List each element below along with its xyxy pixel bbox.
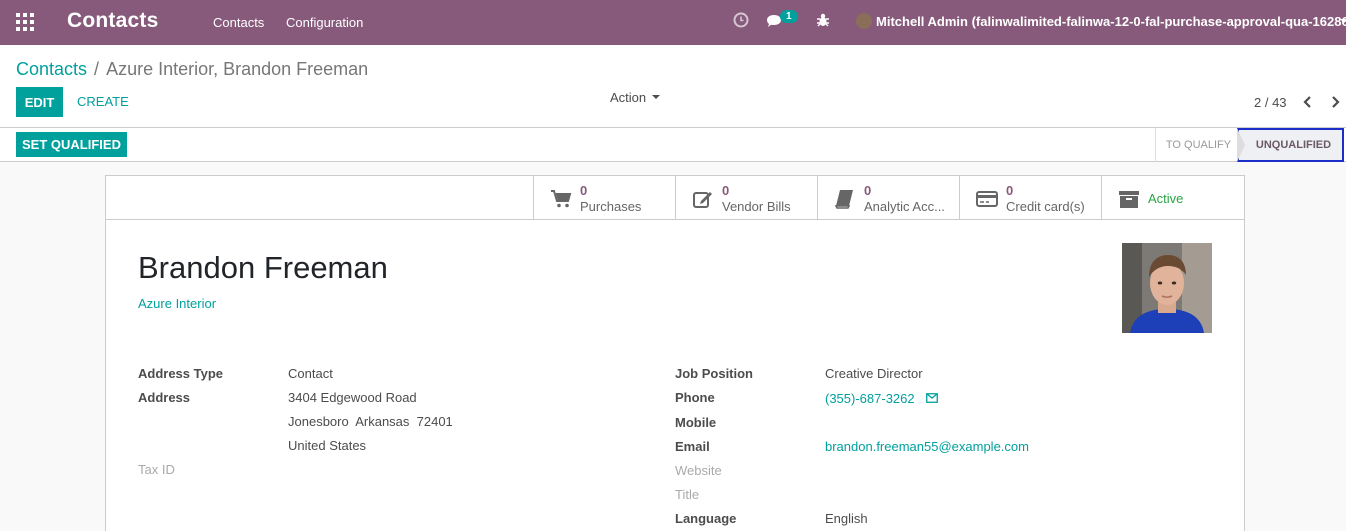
analytic-accounts-stat-button[interactable]: 0 Analytic Acc...: [817, 176, 959, 219]
language-label: Language: [675, 511, 737, 526]
address-street: 3404 Edgewood Road: [288, 390, 417, 405]
status-bar: SET QUALIFIED TO QUALIFY UNQUALIFIED: [0, 128, 1346, 162]
pager-value[interactable]: 2 / 43: [1254, 95, 1287, 110]
action-dropdown[interactable]: Action: [610, 90, 661, 105]
sms-envelope-icon[interactable]: [926, 391, 938, 406]
credit-cards-count: 0: [1006, 183, 1014, 198]
menu-configuration[interactable]: Configuration: [286, 15, 363, 30]
credit-cards-stat-button[interactable]: 0 Credit card(s): [959, 176, 1101, 219]
email-label: Email: [675, 439, 710, 454]
address-label: Address: [138, 390, 191, 405]
contact-name: Brandon Freeman: [138, 250, 388, 285]
set-qualified-button[interactable]: SET QUALIFIED: [16, 132, 127, 157]
vendor-bills-label: Vendor Bills: [722, 199, 791, 214]
book-icon: [834, 188, 856, 210]
action-caret-icon: [652, 95, 661, 99]
stage-arrow-divider: [1237, 128, 1245, 162]
active-label: Active: [1148, 191, 1184, 206]
phone-value[interactable]: (355)-687-3262: [825, 391, 915, 406]
app-title: Contacts: [67, 9, 159, 32]
title-label: Title: [675, 487, 700, 502]
credit-card-icon: [976, 188, 998, 210]
active-toggle-button[interactable]: Active: [1101, 176, 1243, 219]
user-avatar: [856, 13, 872, 29]
tax-id-label: Tax ID: [138, 462, 175, 477]
activity-clock-icon[interactable]: [733, 12, 749, 31]
user-menu[interactable]: Mitchell Admin (falinwalimited-falinwa-1…: [856, 13, 1346, 29]
analytic-accounts-label: Analytic Acc...: [864, 199, 945, 214]
stage-to-qualify[interactable]: TO QUALIFY: [1155, 128, 1237, 162]
create-button[interactable]: CREATE: [77, 94, 129, 109]
purchases-stat-button[interactable]: 0 Purchases: [533, 176, 675, 219]
breadcrumb: Contacts / Azure Interior, Brandon Freeman: [16, 59, 368, 80]
debug-bug-icon[interactable]: [815, 12, 831, 31]
address-type-value: Contact: [288, 366, 333, 381]
pager-next-icon[interactable]: [1328, 94, 1342, 110]
mobile-label: Mobile: [675, 415, 717, 430]
stage-unqualified[interactable]: UNQUALIFIED: [1237, 128, 1344, 162]
apps-menu-icon[interactable]: [16, 13, 34, 31]
language-value: English: [825, 511, 868, 526]
job-position-value: Creative Director: [825, 366, 923, 381]
user-menu-caret-icon[interactable]: [1340, 19, 1346, 23]
company-link[interactable]: Azure Interior: [138, 296, 216, 311]
pager-previous-icon[interactable]: [1301, 94, 1315, 110]
cart-icon: [550, 188, 572, 210]
vendor-bills-stat-button[interactable]: 0 Vendor Bills: [675, 176, 817, 219]
address-country: United States: [288, 438, 367, 453]
top-navbar: Contacts Contacts Configuration 1 Mitche…: [0, 0, 1346, 45]
phone-label: Phone: [675, 390, 715, 405]
address-type-label: Address Type: [138, 366, 224, 381]
website-label: Website: [675, 463, 722, 478]
email-value[interactable]: brandon.freeman55@example.com: [825, 439, 1029, 454]
purchases-label: Purchases: [580, 199, 642, 214]
address-city-line: Jonesboro Arkansas 72401: [288, 414, 453, 429]
button-box: 0 Purchases 0 Vendor Bills 0 Analytic Ac…: [106, 176, 1244, 220]
form-sheet: 0 Purchases 0 Vendor Bills 0 Analytic Ac…: [105, 175, 1245, 531]
purchases-count: 0: [580, 183, 588, 198]
job-position-label: Job Position: [675, 366, 753, 381]
contact-photo[interactable]: [1122, 243, 1212, 333]
control-panel: Contacts / Azure Interior, Brandon Freeman…: [0, 45, 1346, 128]
breadcrumb-separator: /: [94, 59, 100, 79]
vendor-bills-count: 0: [722, 183, 730, 198]
user-name: Mitchell Admin (falinwalimited-falinwa-1…: [876, 14, 1346, 29]
messages-count-badge: 1: [780, 10, 798, 23]
menu-contacts[interactable]: Contacts: [213, 15, 264, 30]
archive-icon: [1118, 188, 1140, 210]
credit-cards-label: Credit card(s): [1006, 199, 1085, 214]
analytic-accounts-count: 0: [864, 183, 872, 198]
edit-icon: [692, 188, 714, 210]
action-label: Action: [610, 90, 647, 105]
breadcrumb-contacts-link[interactable]: Contacts: [16, 59, 87, 79]
edit-button[interactable]: EDIT: [16, 87, 63, 117]
breadcrumb-current: Azure Interior, Brandon Freeman: [106, 59, 369, 79]
